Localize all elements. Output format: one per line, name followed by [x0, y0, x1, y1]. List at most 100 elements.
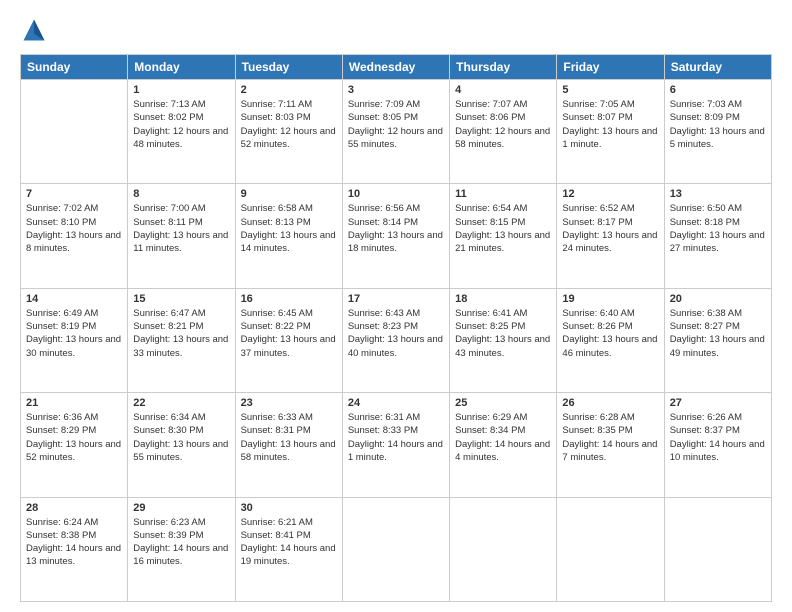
week-row-2: 7Sunrise: 7:02 AMSunset: 8:10 PMDaylight… [21, 184, 772, 288]
week-row-5: 28Sunrise: 6:24 AMSunset: 8:38 PMDayligh… [21, 497, 772, 601]
day-info: Sunrise: 6:43 AMSunset: 8:23 PMDaylight:… [348, 307, 444, 360]
calendar-cell: 1 Sunrise: 7:13 AMSunset: 8:02 PMDaylight… [128, 80, 235, 184]
calendar-cell: 27 Sunrise: 6:26 AMSunset: 8:37 PMDayligh… [664, 393, 771, 497]
calendar-cell [450, 497, 557, 601]
weekday-friday: Friday [557, 55, 664, 80]
weekday-wednesday: Wednesday [342, 55, 449, 80]
day-info: Sunrise: 6:28 AMSunset: 8:35 PMDaylight:… [562, 411, 658, 464]
day-number: 13 [670, 188, 766, 200]
calendar-cell: 30 Sunrise: 6:21 AMSunset: 8:41 PMDayligh… [235, 497, 342, 601]
calendar-cell: 19 Sunrise: 6:40 AMSunset: 8:26 PMDayligh… [557, 288, 664, 392]
weekday-thursday: Thursday [450, 55, 557, 80]
calendar-cell [21, 80, 128, 184]
calendar-cell: 4 Sunrise: 7:07 AMSunset: 8:06 PMDaylight… [450, 80, 557, 184]
day-number: 21 [26, 397, 122, 409]
day-number: 7 [26, 188, 122, 200]
day-number: 5 [562, 84, 658, 96]
day-number: 1 [133, 84, 229, 96]
day-info: Sunrise: 7:13 AMSunset: 8:02 PMDaylight:… [133, 98, 229, 151]
day-info: Sunrise: 6:40 AMSunset: 8:26 PMDaylight:… [562, 307, 658, 360]
day-number: 19 [562, 293, 658, 305]
day-number: 16 [241, 293, 337, 305]
logo-icon [20, 16, 48, 44]
day-info: Sunrise: 6:58 AMSunset: 8:13 PMDaylight:… [241, 202, 337, 255]
calendar-cell: 21 Sunrise: 6:36 AMSunset: 8:29 PMDayligh… [21, 393, 128, 497]
day-number: 9 [241, 188, 337, 200]
calendar-cell: 25 Sunrise: 6:29 AMSunset: 8:34 PMDayligh… [450, 393, 557, 497]
week-row-1: 1 Sunrise: 7:13 AMSunset: 8:02 PMDaylight… [21, 80, 772, 184]
day-number: 15 [133, 293, 229, 305]
calendar-cell: 13 Sunrise: 6:50 AMSunset: 8:18 PMDayligh… [664, 184, 771, 288]
page: SundayMondayTuesdayWednesdayThursdayFrid… [0, 0, 792, 612]
calendar-cell: 7Sunrise: 7:02 AMSunset: 8:10 PMDaylight… [21, 184, 128, 288]
day-info: Sunrise: 7:05 AMSunset: 8:07 PMDaylight:… [562, 98, 658, 151]
day-info: Sunrise: 6:21 AMSunset: 8:41 PMDaylight:… [241, 516, 337, 569]
calendar-cell: 22 Sunrise: 6:34 AMSunset: 8:30 PMDayligh… [128, 393, 235, 497]
calendar-cell: 26 Sunrise: 6:28 AMSunset: 8:35 PMDayligh… [557, 393, 664, 497]
weekday-header-row: SundayMondayTuesdayWednesdayThursdayFrid… [21, 55, 772, 80]
day-number: 14 [26, 293, 122, 305]
day-info: Sunrise: 7:00 AMSunset: 8:11 PMDaylight:… [133, 202, 229, 255]
day-number: 8 [133, 188, 229, 200]
calendar-cell: 14 Sunrise: 6:49 AMSunset: 8:19 PMDayligh… [21, 288, 128, 392]
calendar-cell: 20Sunrise: 6:38 AMSunset: 8:27 PMDayligh… [664, 288, 771, 392]
calendar-cell: 29Sunrise: 6:23 AMSunset: 8:39 PMDayligh… [128, 497, 235, 601]
calendar-cell: 5 Sunrise: 7:05 AMSunset: 8:07 PMDaylight… [557, 80, 664, 184]
calendar-cell: 6Sunrise: 7:03 AMSunset: 8:09 PMDaylight… [664, 80, 771, 184]
calendar-cell: 15 Sunrise: 6:47 AMSunset: 8:21 PMDayligh… [128, 288, 235, 392]
weekday-saturday: Saturday [664, 55, 771, 80]
day-info: Sunrise: 7:11 AMSunset: 8:03 PMDaylight:… [241, 98, 337, 151]
day-info: Sunrise: 7:09 AMSunset: 8:05 PMDaylight:… [348, 98, 444, 151]
day-info: Sunrise: 6:54 AMSunset: 8:15 PMDaylight:… [455, 202, 551, 255]
calendar-cell: 11 Sunrise: 6:54 AMSunset: 8:15 PMDayligh… [450, 184, 557, 288]
day-number: 27 [670, 397, 766, 409]
day-info: Sunrise: 6:34 AMSunset: 8:30 PMDaylight:… [133, 411, 229, 464]
calendar-cell: 18 Sunrise: 6:41 AMSunset: 8:25 PMDayligh… [450, 288, 557, 392]
logo [20, 16, 52, 44]
day-info: Sunrise: 6:49 AMSunset: 8:19 PMDaylight:… [26, 307, 122, 360]
calendar-cell [342, 497, 449, 601]
day-number: 26 [562, 397, 658, 409]
day-number: 10 [348, 188, 444, 200]
day-number: 12 [562, 188, 658, 200]
calendar-cell: 10Sunrise: 6:56 AMSunset: 8:14 PMDayligh… [342, 184, 449, 288]
calendar-cell [664, 497, 771, 601]
calendar-cell: 8 Sunrise: 7:00 AMSunset: 8:11 PMDaylight… [128, 184, 235, 288]
calendar-cell: 3Sunrise: 7:09 AMSunset: 8:05 PMDaylight… [342, 80, 449, 184]
day-info: Sunrise: 7:07 AMSunset: 8:06 PMDaylight:… [455, 98, 551, 151]
week-row-3: 14 Sunrise: 6:49 AMSunset: 8:19 PMDayligh… [21, 288, 772, 392]
day-number: 2 [241, 84, 337, 96]
day-number: 24 [348, 397, 444, 409]
day-number: 30 [241, 502, 337, 514]
day-number: 17 [348, 293, 444, 305]
day-number: 22 [133, 397, 229, 409]
calendar-cell: 12 Sunrise: 6:52 AMSunset: 8:17 PMDayligh… [557, 184, 664, 288]
day-info: Sunrise: 6:36 AMSunset: 8:29 PMDaylight:… [26, 411, 122, 464]
day-info: Sunrise: 6:47 AMSunset: 8:21 PMDaylight:… [133, 307, 229, 360]
day-info: Sunrise: 6:45 AMSunset: 8:22 PMDaylight:… [241, 307, 337, 360]
day-number: 25 [455, 397, 551, 409]
weekday-tuesday: Tuesday [235, 55, 342, 80]
day-number: 23 [241, 397, 337, 409]
calendar-cell: 28Sunrise: 6:24 AMSunset: 8:38 PMDayligh… [21, 497, 128, 601]
weekday-sunday: Sunday [21, 55, 128, 80]
calendar-table: SundayMondayTuesdayWednesdayThursdayFrid… [20, 54, 772, 602]
day-info: Sunrise: 6:29 AMSunset: 8:34 PMDaylight:… [455, 411, 551, 464]
day-number: 6 [670, 84, 766, 96]
calendar-cell: 23 Sunrise: 6:33 AMSunset: 8:31 PMDayligh… [235, 393, 342, 497]
day-info: Sunrise: 6:33 AMSunset: 8:31 PMDaylight:… [241, 411, 337, 464]
day-info: Sunrise: 6:41 AMSunset: 8:25 PMDaylight:… [455, 307, 551, 360]
day-info: Sunrise: 6:52 AMSunset: 8:17 PMDaylight:… [562, 202, 658, 255]
weekday-monday: Monday [128, 55, 235, 80]
calendar-cell: 16 Sunrise: 6:45 AMSunset: 8:22 PMDayligh… [235, 288, 342, 392]
calendar-cell: 9 Sunrise: 6:58 AMSunset: 8:13 PMDaylight… [235, 184, 342, 288]
day-info: Sunrise: 6:50 AMSunset: 8:18 PMDaylight:… [670, 202, 766, 255]
day-number: 11 [455, 188, 551, 200]
calendar-cell [557, 497, 664, 601]
week-row-4: 21 Sunrise: 6:36 AMSunset: 8:29 PMDayligh… [21, 393, 772, 497]
day-number: 20 [670, 293, 766, 305]
day-number: 4 [455, 84, 551, 96]
day-number: 18 [455, 293, 551, 305]
calendar-cell: 17 Sunrise: 6:43 AMSunset: 8:23 PMDayligh… [342, 288, 449, 392]
day-info: Sunrise: 6:26 AMSunset: 8:37 PMDaylight:… [670, 411, 766, 464]
